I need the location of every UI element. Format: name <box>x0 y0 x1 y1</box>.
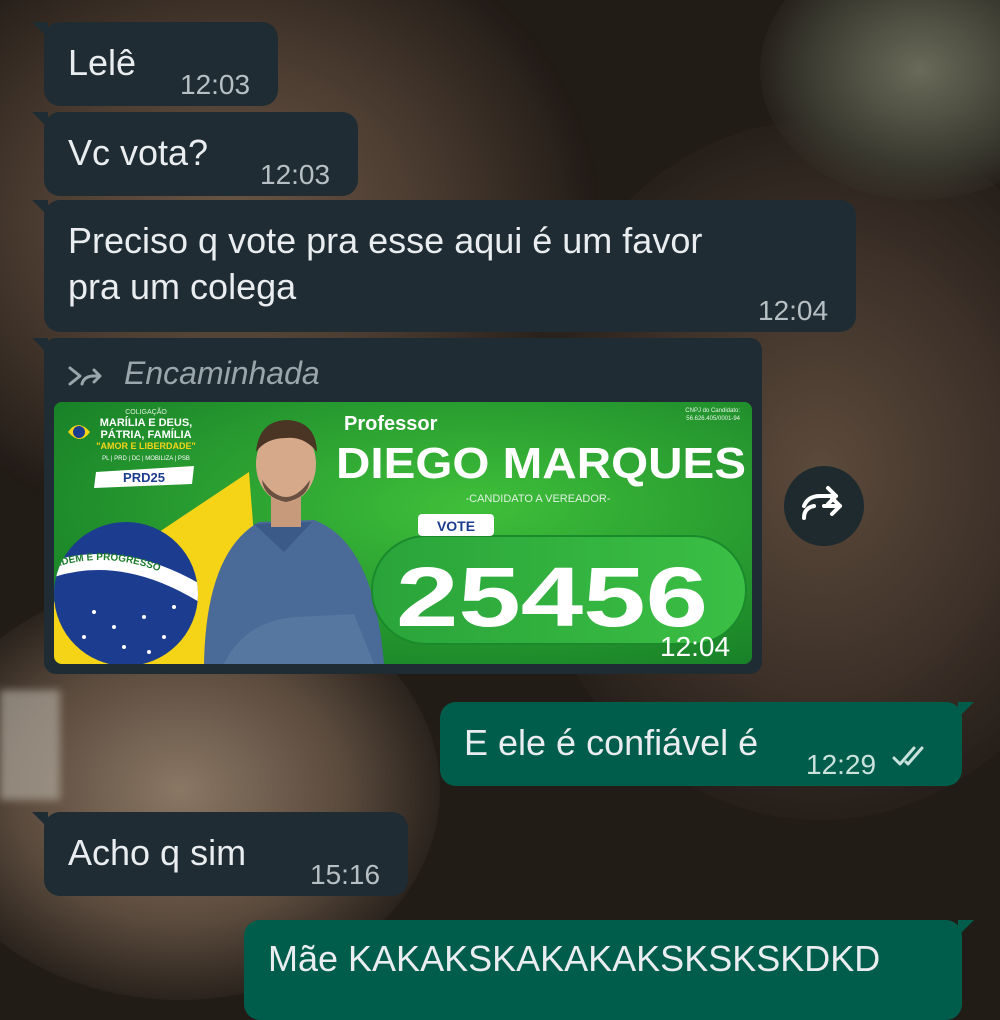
message-text: Acho q sim <box>68 832 247 873</box>
coalition-line-2: PÁTRIA, FAMÍLIA <box>100 428 191 441</box>
forward-button-icon <box>802 486 842 520</box>
forward-button[interactable] <box>784 466 864 546</box>
forwarded-text: Encaminhada <box>124 355 320 391</box>
coalition-label: COLIGAÇÃO <box>125 407 167 416</box>
message-text: Mãe KAKAKSKAKAKAKSKSKSKDKD <box>268 938 881 979</box>
message-text: Preciso q vote pra esse aqui é um favor … <box>68 220 703 307</box>
outgoing-message[interactable]: E ele é confiável é 12:29 <box>440 702 974 786</box>
coalition-parties: PL | PRD | DC | MOBILIZA | PSB <box>102 456 190 462</box>
coalition-line-3: "AMOR E LIBERDADE" <box>96 441 196 451</box>
incoming-message[interactable]: Acho q sim 15:16 <box>32 812 408 896</box>
candidate-name: DIEGO MARQUES <box>336 439 746 488</box>
message-text: Vc vota? <box>68 132 209 173</box>
candidate-title: Professor <box>344 413 438 435</box>
candidate-role: -CANDIDATO A VEREADOR- <box>465 493 610 505</box>
flag-globe <box>54 522 198 664</box>
read-ticks-icon <box>892 746 924 766</box>
forwarded-image-message[interactable]: Encaminhada ORD <box>32 338 762 674</box>
message-time: 12:03 <box>260 159 331 190</box>
incoming-message[interactable]: Lelê 12:03 <box>32 22 278 106</box>
forward-icon <box>68 366 102 386</box>
vote-label: VOTE <box>437 518 475 534</box>
message-time: 12:04 <box>758 295 829 326</box>
message-time: 12:03 <box>180 69 251 100</box>
forwarded-label: Encaminhada <box>68 350 320 396</box>
outgoing-message[interactable]: Mãe KAKAKSKAKAKAKSKSKSKDKD <box>244 920 974 1020</box>
message-time: 12:04 <box>660 631 731 662</box>
campaign-poster: ORDEM E PROGRESSO COLIGAÇÃO MARÍLIA E DE… <box>54 402 752 664</box>
campaign-poster-image[interactable]: ORDEM E PROGRESSO COLIGAÇÃO MARÍLIA E DE… <box>54 402 752 664</box>
message-time: 12:29 <box>806 749 877 780</box>
message-text: E ele é confiável é <box>464 722 759 763</box>
message-text: Lelê <box>68 42 137 83</box>
incoming-message[interactable]: Preciso q vote pra esse aqui é um favor … <box>32 200 856 332</box>
party-logo: PRD25 <box>123 470 165 485</box>
message-time: 15:16 <box>310 859 381 890</box>
cnpj-label: CNPJ do Candidato: <box>685 408 740 414</box>
coalition-line-1: MARÍLIA E DEUS, <box>100 416 193 429</box>
cnpj-number: 56.626.405/0001-94 <box>686 416 740 422</box>
incoming-message[interactable]: Vc vota? 12:03 <box>32 112 358 196</box>
